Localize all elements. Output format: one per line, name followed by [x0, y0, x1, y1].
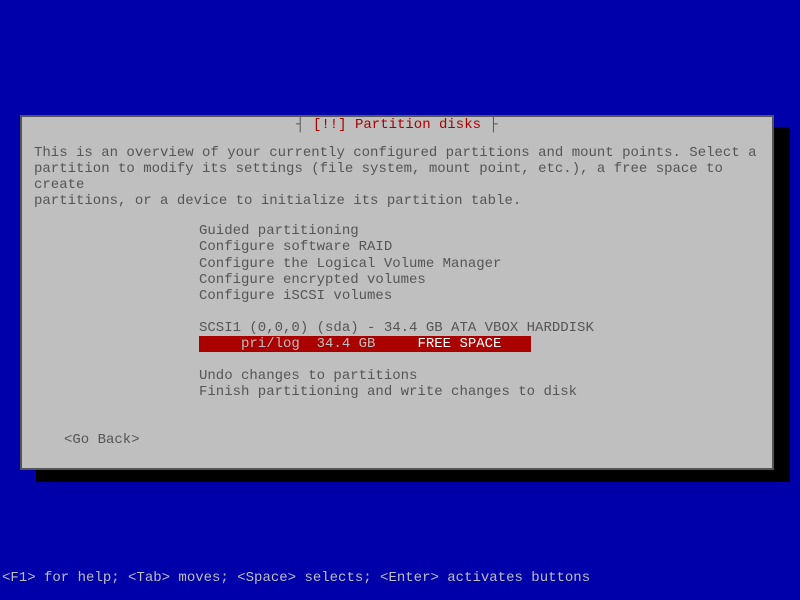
title-prefix: ┤ [296, 117, 313, 133]
free-space-prefix: pri/log 34.4 GB [199, 336, 417, 352]
disk-header[interactable]: SCSI1 (0,0,0) (sda) - 34.4 GB ATA VBOX H… [199, 320, 770, 336]
option-encrypted[interactable]: Configure encrypted volumes [199, 272, 770, 288]
intro-text: This is an overview of your currently co… [24, 133, 770, 209]
option-raid[interactable]: Configure software RAID [199, 239, 770, 255]
option-lvm[interactable]: Configure the Logical Volume Manager [199, 256, 770, 272]
title-bang: [!!] [313, 117, 355, 133]
dialog-title-row: ┤ [!!] Partition disks ├ [24, 117, 770, 133]
title-suffix: ├ [481, 117, 498, 133]
partition-dialog: ┤ [!!] Partition disks ├ This is an over… [20, 115, 774, 470]
dialog-title: Partition disks [355, 117, 481, 133]
option-free-space-row[interactable]: pri/log 34.4 GB FREE SPACE [199, 336, 770, 352]
go-back-button[interactable]: <Go Back> [64, 432, 140, 448]
option-iscsi[interactable]: Configure iSCSI volumes [199, 288, 770, 304]
help-bar: <F1> for help; <Tab> moves; <Space> sele… [0, 570, 590, 586]
free-space-label: FREE SPACE [417, 336, 526, 352]
option-undo[interactable]: Undo changes to partitions [199, 368, 770, 384]
option-guided[interactable]: Guided partitioning [199, 223, 770, 239]
options-list: Guided partitioning Configure software R… [199, 223, 770, 400]
option-finish[interactable]: Finish partitioning and write changes to… [199, 384, 770, 400]
